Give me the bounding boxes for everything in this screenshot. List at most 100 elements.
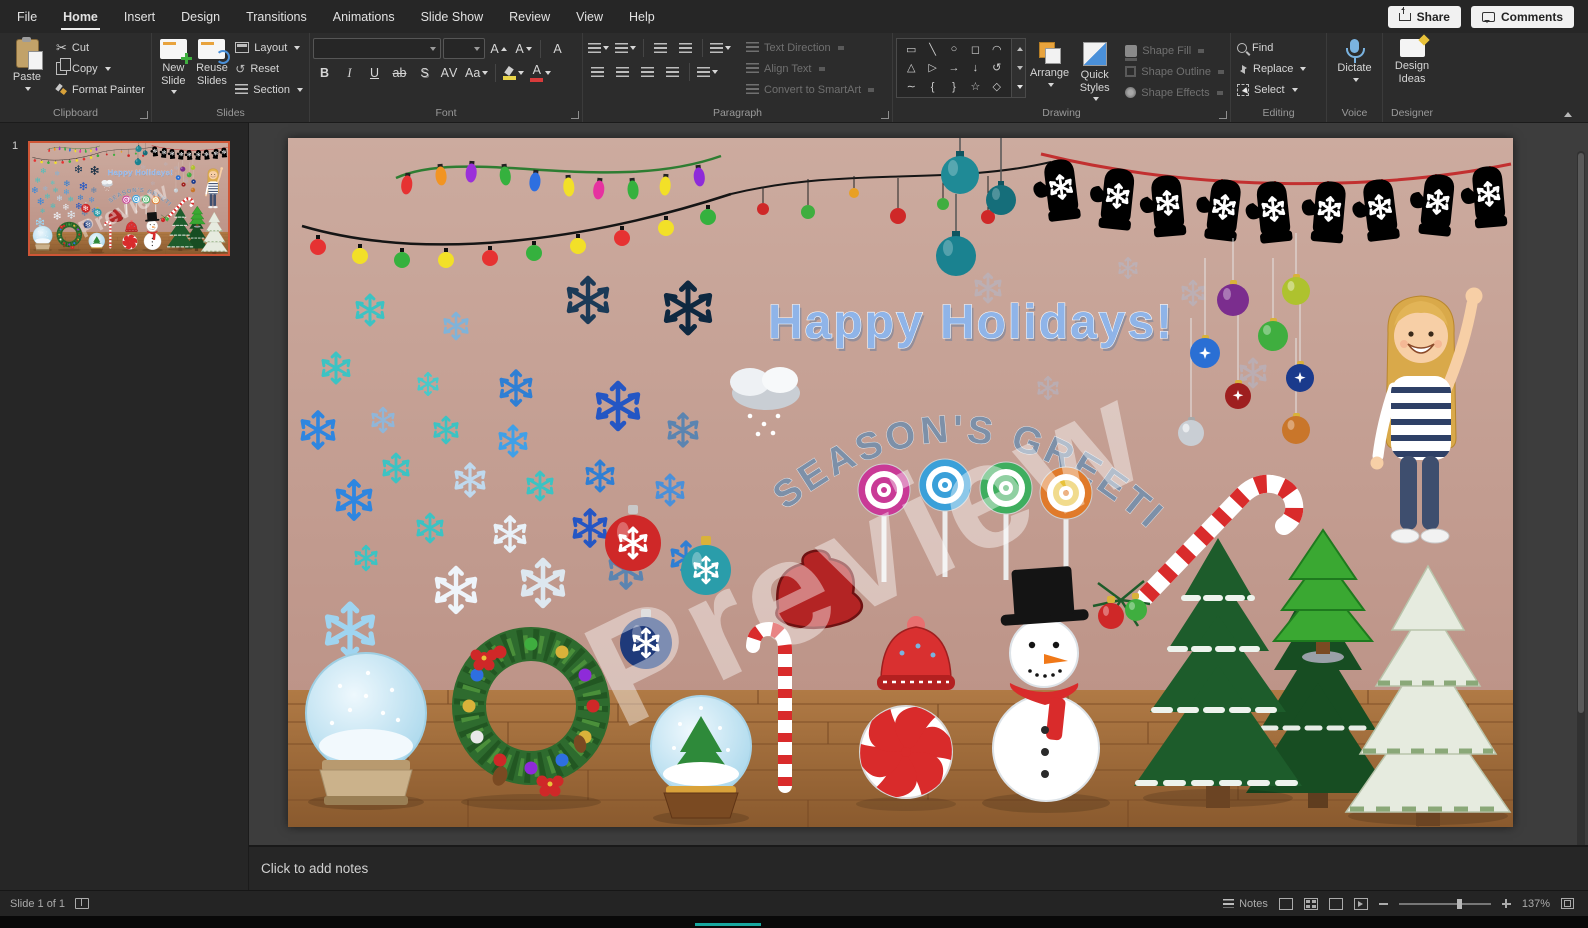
- shape-outline-button[interactable]: Shape Outline: [1122, 61, 1227, 82]
- font-color-button[interactable]: A: [528, 63, 553, 83]
- justify-button[interactable]: [661, 62, 684, 82]
- zoom-slider-thumb[interactable]: [1456, 898, 1462, 909]
- normal-view-button[interactable]: [1278, 897, 1293, 910]
- title-text[interactable]: Happy Holidays! Happy Holidays!: [767, 295, 1176, 352]
- shape-fill-button[interactable]: Shape Fill: [1122, 40, 1227, 61]
- shape-glyph[interactable]: →: [948, 62, 959, 74]
- new-slide-button[interactable]: New Slide: [155, 35, 192, 95]
- design-ideas-button[interactable]: Design Ideas: [1388, 35, 1436, 86]
- dictate-button[interactable]: Dictate: [1331, 35, 1379, 83]
- gallery-scroll-up-icon[interactable]: [1016, 46, 1023, 51]
- shape-glyph[interactable]: ∼: [907, 80, 916, 93]
- shape-effects-button[interactable]: Shape Effects: [1122, 82, 1227, 103]
- quick-styles-button[interactable]: Quick Styles: [1073, 38, 1116, 102]
- collapse-ribbon-icon[interactable]: [1564, 112, 1572, 117]
- bullets-button[interactable]: [586, 38, 611, 58]
- strikethrough-button[interactable]: ab: [388, 63, 411, 83]
- select-button[interactable]: Select: [1234, 79, 1309, 100]
- shape-glyph[interactable]: ↺: [992, 61, 1001, 74]
- slide-sorter-view-button[interactable]: [1303, 897, 1318, 910]
- zoom-out-button[interactable]: [1378, 902, 1388, 905]
- tab-insert[interactable]: Insert: [111, 1, 168, 33]
- underline-button[interactable]: U: [363, 63, 386, 83]
- find-button[interactable]: Find: [1234, 37, 1309, 58]
- canvas-scrollbar[interactable]: [1577, 151, 1585, 851]
- zoom-in-button[interactable]: [1501, 899, 1511, 908]
- align-right-button[interactable]: [636, 62, 659, 82]
- text-direction-button[interactable]: Text Direction: [743, 37, 877, 58]
- increase-indent-button[interactable]: [674, 38, 697, 58]
- font-size-combobox[interactable]: [443, 38, 485, 59]
- character-spacing-button[interactable]: AV: [438, 63, 461, 83]
- shape-glyph[interactable]: ☆: [970, 80, 980, 93]
- notes-toggle-button[interactable]: Notes: [1223, 898, 1268, 910]
- tab-animations[interactable]: Animations: [320, 1, 408, 33]
- tab-design[interactable]: Design: [168, 1, 233, 33]
- fit-to-window-button[interactable]: [1561, 898, 1574, 909]
- scrollbar-thumb[interactable]: [1578, 153, 1584, 713]
- drawing-dialog-launcher[interactable]: [1219, 111, 1227, 119]
- tab-home[interactable]: Home: [50, 1, 111, 33]
- line-spacing-button[interactable]: [708, 38, 733, 58]
- layout-button[interactable]: Layout: [232, 37, 306, 58]
- highlight-color-button[interactable]: [501, 63, 526, 83]
- bold-button[interactable]: B: [313, 63, 336, 83]
- shape-glyph[interactable]: ▷: [928, 61, 936, 74]
- reading-view-button[interactable]: [1328, 897, 1343, 910]
- tab-view[interactable]: View: [563, 1, 616, 33]
- shape-glyph[interactable]: ╲: [929, 43, 936, 56]
- tab-slideshow[interactable]: Slide Show: [408, 1, 497, 33]
- notes-pane[interactable]: Click to add notes: [249, 845, 1588, 890]
- font-dialog-launcher[interactable]: [571, 111, 579, 119]
- align-left-button[interactable]: [586, 62, 609, 82]
- clipboard-dialog-launcher[interactable]: [140, 111, 148, 119]
- shape-glyph[interactable]: ◻: [971, 43, 980, 56]
- numbering-button[interactable]: [613, 38, 638, 58]
- shape-glyph[interactable]: ◠: [992, 43, 1002, 56]
- decrease-indent-button[interactable]: [649, 38, 672, 58]
- align-center-button[interactable]: [611, 62, 634, 82]
- replace-button[interactable]: Replace: [1234, 58, 1309, 79]
- accessibility-icon[interactable]: [75, 898, 90, 909]
- font-name-combobox[interactable]: [313, 38, 441, 59]
- paragraph-dialog-launcher[interactable]: [881, 111, 889, 119]
- shape-glyph[interactable]: ▭: [906, 43, 916, 56]
- slide-thumbnail[interactable]: [28, 141, 230, 256]
- snow-globe-blue[interactable]: [305, 652, 427, 810]
- zoom-level[interactable]: 137%: [1522, 898, 1550, 910]
- shape-glyph[interactable]: ◇: [993, 80, 1001, 93]
- grow-font-button[interactable]: A: [487, 39, 510, 59]
- share-button[interactable]: Share: [1387, 5, 1461, 28]
- copy-button[interactable]: Copy: [53, 58, 148, 79]
- tab-file[interactable]: File: [4, 1, 50, 33]
- section-button[interactable]: Section: [232, 79, 306, 100]
- tab-help[interactable]: Help: [616, 1, 668, 33]
- reuse-slides-button[interactable]: Reuse Slides: [194, 35, 231, 88]
- slide-canvas[interactable]: Happy Holidays! Happy Holidays! SEASON'S…: [288, 138, 1513, 827]
- tab-review[interactable]: Review: [496, 1, 563, 33]
- format-painter-button[interactable]: Format Painter: [53, 79, 148, 100]
- change-case-button[interactable]: Aa: [463, 63, 490, 83]
- shapes-gallery[interactable]: ▭ ╲ ○ ◻ ◠ △ ▷ → ↓ ↺ ∼ { } ☆ ◇: [896, 38, 1012, 98]
- shrink-font-button[interactable]: A: [512, 39, 535, 59]
- shape-glyph[interactable]: ○: [951, 43, 958, 55]
- slideshow-button[interactable]: [1353, 897, 1368, 910]
- columns-button[interactable]: [695, 62, 720, 82]
- zoom-slider[interactable]: [1398, 898, 1491, 909]
- paste-button[interactable]: Paste: [3, 35, 51, 92]
- shape-glyph[interactable]: }: [952, 81, 956, 93]
- shape-glyph[interactable]: ↓: [973, 62, 979, 74]
- tab-transitions[interactable]: Transitions: [233, 1, 320, 33]
- arrange-button[interactable]: Arrange: [1028, 38, 1071, 88]
- italic-button[interactable]: I: [338, 63, 361, 83]
- shape-glyph[interactable]: {: [931, 81, 935, 93]
- text-shadow-button[interactable]: S: [413, 63, 436, 83]
- gallery-scroll-down-icon[interactable]: [1016, 65, 1023, 70]
- comments-button[interactable]: Comments: [1470, 5, 1574, 28]
- cut-button[interactable]: ✂ Cut: [53, 37, 148, 58]
- convert-smartart-button[interactable]: Convert to SmartArt: [743, 79, 877, 100]
- shapes-gallery-scrollbar[interactable]: [1012, 38, 1026, 98]
- align-text-button[interactable]: Align Text: [743, 58, 877, 79]
- gallery-more-icon[interactable]: [1016, 85, 1023, 90]
- clear-formatting-button[interactable]: A: [546, 39, 569, 59]
